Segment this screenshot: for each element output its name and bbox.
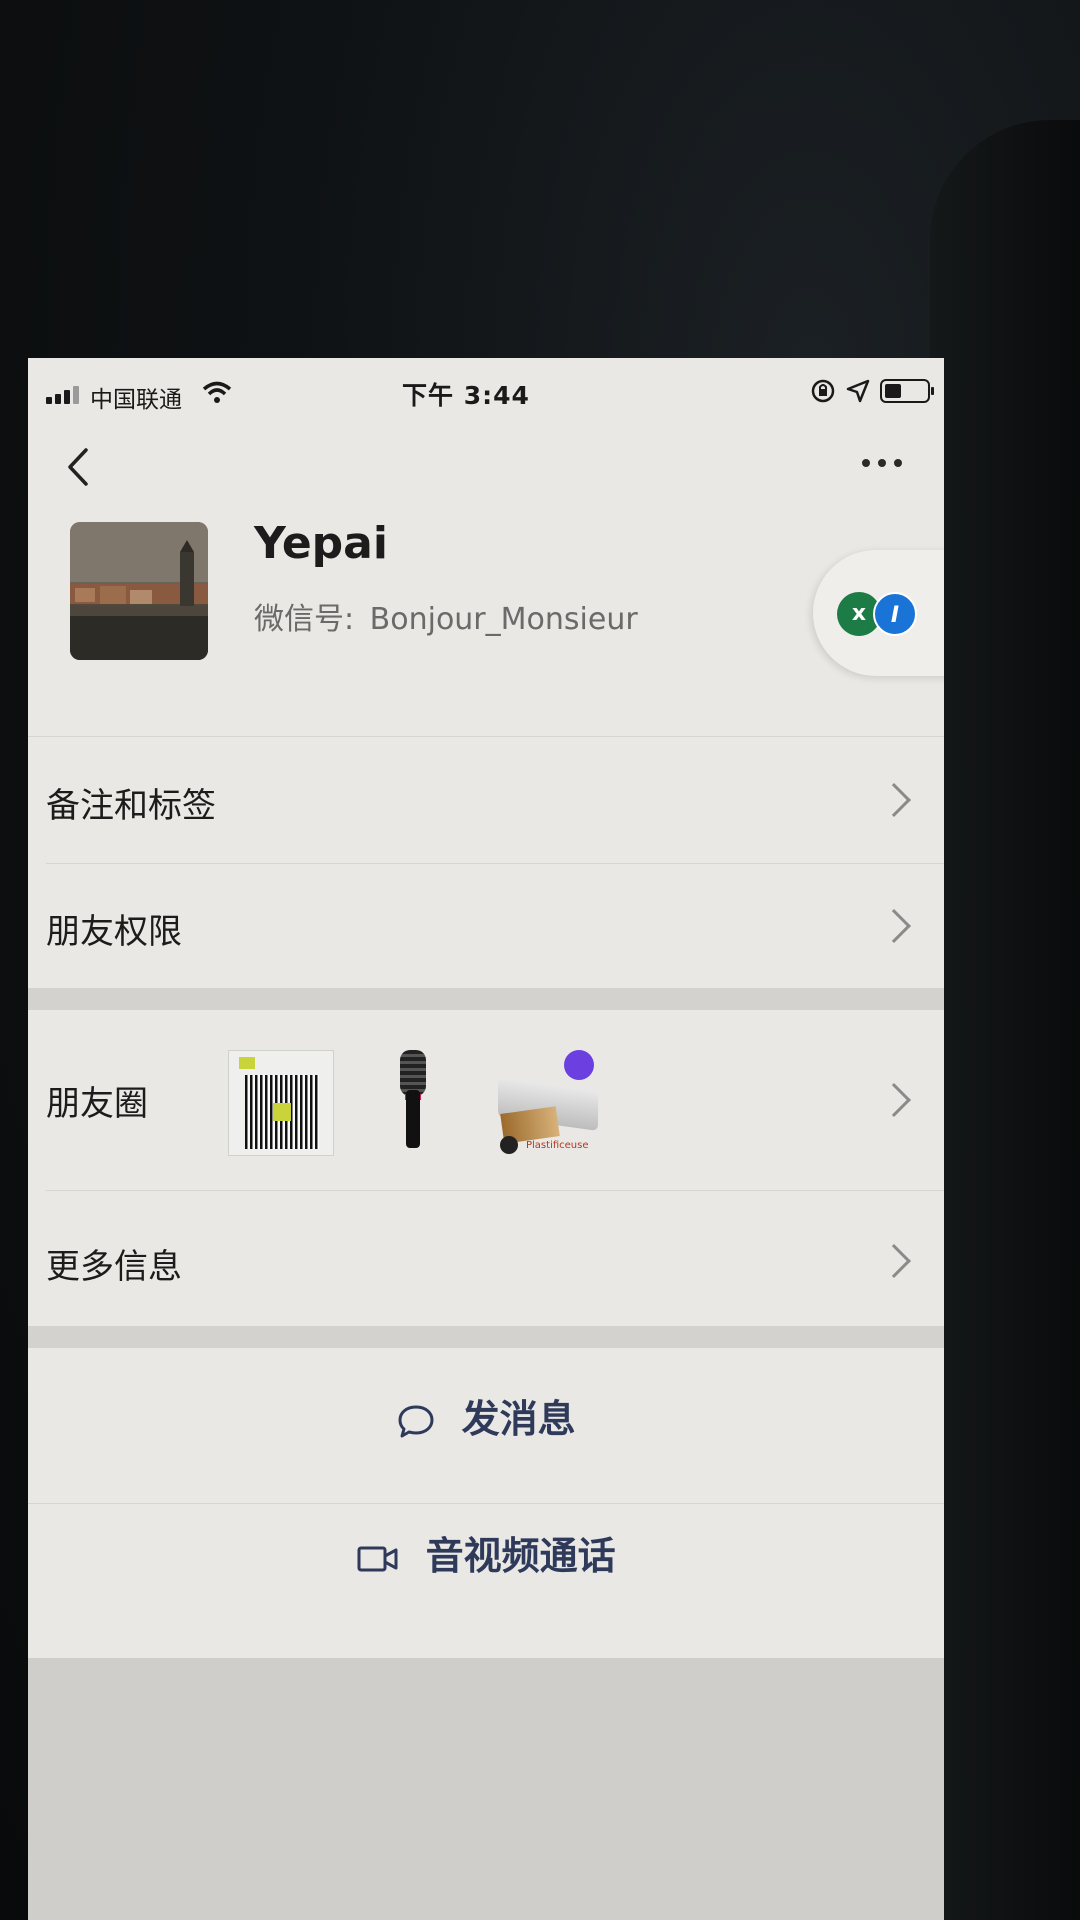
- chat-bubble-icon: [398, 1405, 434, 1437]
- video-camera-icon: [357, 1546, 398, 1571]
- section-gap: [28, 988, 944, 1010]
- wechat-id-row: 微信号: Bonjour_Monsieur: [254, 594, 638, 638]
- blue-app-icon: I: [873, 592, 917, 636]
- nav-bar: [28, 428, 944, 508]
- divider: [28, 736, 944, 737]
- wechat-id-label: 微信号:: [254, 602, 355, 637]
- wechat-id: Bonjour_Monsieur: [369, 602, 638, 637]
- phone-frame-edge: [930, 120, 1080, 1920]
- chevron-right-icon: [877, 909, 911, 943]
- send-message-button[interactable]: 发消息: [28, 1388, 944, 1443]
- moments-thumbnails: Plastificeuse: [228, 1050, 598, 1156]
- back-icon[interactable]: [58, 442, 98, 492]
- nickname: Yepai: [254, 518, 388, 569]
- battery-icon: [880, 379, 934, 403]
- moments-thumb-qr: [228, 1050, 334, 1156]
- section-gap: [28, 1326, 944, 1348]
- rotation-lock-icon: [811, 379, 835, 403]
- status-bar: 中国联通 下午 3:44: [28, 358, 944, 418]
- avatar-image: [70, 522, 208, 660]
- chevron-right-icon: [877, 783, 911, 817]
- row-more-info-label: 更多信息: [46, 1247, 182, 1287]
- row-remark-tags-label: 备注和标签: [46, 786, 216, 826]
- status-time: 下午 3:44: [402, 381, 530, 410]
- av-call-label: 音视频通话: [425, 1534, 616, 1578]
- location-icon: [846, 379, 870, 403]
- avatar[interactable]: [70, 522, 208, 660]
- laminator-brand-text: Plastificeuse: [526, 1140, 589, 1151]
- empty-bottom-area: [28, 1658, 944, 1920]
- moments-thumb-hair-brush: [360, 1050, 466, 1156]
- profile-header: Yepai 微信号: Bonjour_Monsieur x I: [28, 508, 944, 728]
- row-friend-permissions[interactable]: 朋友权限: [28, 864, 944, 988]
- more-options-icon[interactable]: [852, 448, 912, 478]
- floating-app-badge[interactable]: x I: [813, 550, 944, 676]
- moments-thumb-laminator: Plastificeuse: [492, 1050, 598, 1156]
- send-message-label: 发消息: [461, 1397, 576, 1441]
- status-right-icons: [810, 378, 934, 404]
- chevron-right-icon: [877, 1083, 911, 1117]
- row-friend-permissions-label: 朋友权限: [46, 912, 182, 952]
- phone-screen: 中国联通 下午 3:44 Yepai 微信号: Bonjour_Monsieur…: [28, 358, 944, 1920]
- av-call-button[interactable]: 音视频通话: [28, 1525, 944, 1580]
- divider: [28, 1503, 944, 1504]
- chevron-right-icon: [877, 1244, 911, 1278]
- row-remark-tags[interactable]: 备注和标签: [28, 738, 944, 863]
- row-moments-label: 朋友圈: [46, 1084, 148, 1124]
- row-moments[interactable]: 朋友圈 Plastificeuse: [28, 1010, 944, 1190]
- row-more-info[interactable]: 更多信息: [28, 1191, 944, 1326]
